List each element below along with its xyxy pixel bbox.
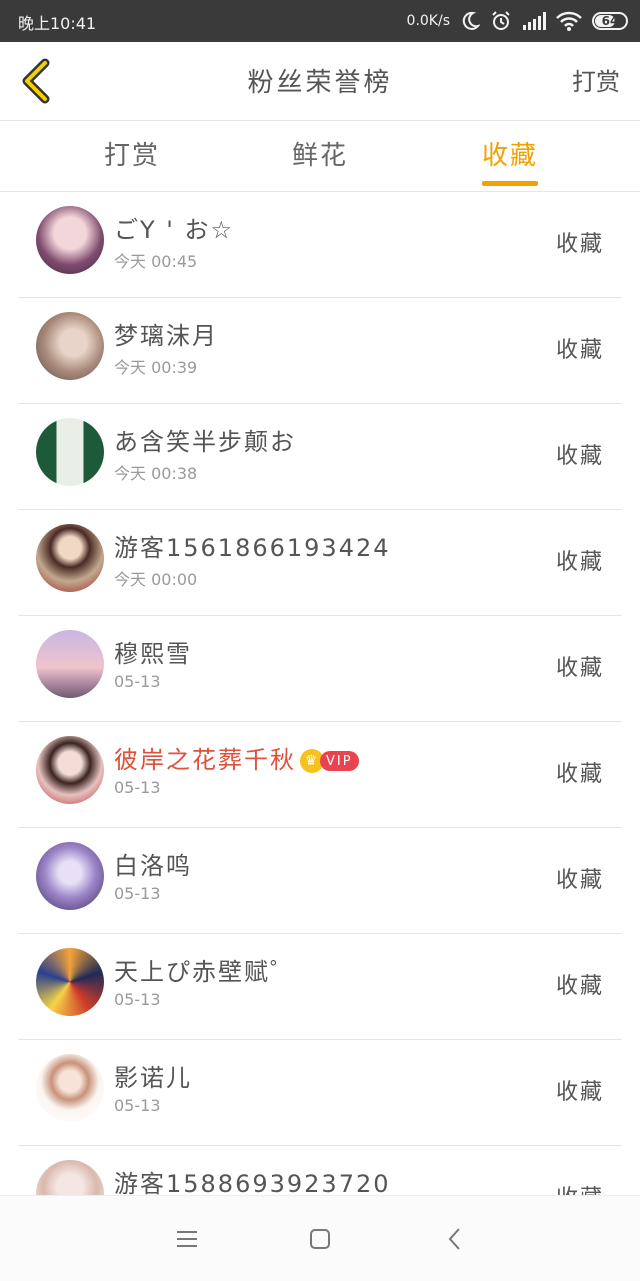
fan-time: 05-13 bbox=[114, 778, 161, 797]
fan-time: 05-13 bbox=[114, 884, 161, 903]
list-item[interactable]: 梦璃沫月 今天 00:39 收藏 bbox=[18, 298, 622, 404]
page-title: 粉丝荣誉榜 bbox=[247, 68, 393, 98]
avatar bbox=[36, 418, 104, 486]
fan-name: 游客1588693923720 bbox=[114, 1170, 391, 1195]
fan-action: 收藏 bbox=[555, 338, 604, 363]
fan-name: 梦璃沫月 bbox=[114, 322, 218, 350]
fan-time: 05-13 bbox=[114, 1096, 161, 1115]
list-item[interactable]: あ含笑半步颠お 今天 00:38 收藏 bbox=[18, 404, 622, 510]
list-item[interactable]: 天上ぴ赤壁赋゜ 05-13 收藏 bbox=[18, 934, 622, 1040]
nav-back-button[interactable] bbox=[438, 1222, 472, 1256]
fan-action: 收藏 bbox=[555, 444, 604, 469]
alarm-icon bbox=[490, 10, 512, 32]
active-tab-indicator bbox=[482, 181, 538, 186]
list-item[interactable]: 彼岸之花葬千秋 ♛ VIP 05-13 收藏 bbox=[18, 722, 622, 828]
fan-time: 今天 00:39 bbox=[114, 358, 198, 377]
fan-name-text: 彼岸之花葬千秋 bbox=[114, 746, 296, 774]
header: 粉丝荣誉榜 打赏 bbox=[0, 42, 640, 121]
fan-action: 收藏 bbox=[555, 232, 604, 257]
status-bar: 晚上10:41 0.0K/s 64 bbox=[0, 0, 640, 42]
avatar bbox=[36, 842, 104, 910]
vip-label: VIP bbox=[320, 751, 359, 771]
list-item[interactable]: 穆熙雪 05-13 收藏 bbox=[18, 616, 622, 722]
list-item[interactable]: 游客1588693923720 收藏 bbox=[18, 1146, 622, 1195]
tab-tip[interactable]: 打赏 bbox=[104, 135, 160, 172]
list-item[interactable]: 影诺儿 05-13 收藏 bbox=[18, 1040, 622, 1146]
list-item[interactable]: 白洛鸣 05-13 收藏 bbox=[18, 828, 622, 934]
fan-name: 游客1561866193424 bbox=[114, 534, 391, 562]
fan-time: 05-13 bbox=[114, 990, 161, 1009]
avatar bbox=[36, 1160, 104, 1195]
vip-badge: ♛ VIP bbox=[300, 749, 359, 773]
fan-name: 影诺儿 bbox=[114, 1064, 192, 1092]
fan-action: 收藏 bbox=[555, 1080, 604, 1105]
list-item[interactable]: ごY ' お☆ 今天 00:45 收藏 bbox=[18, 192, 622, 298]
avatar bbox=[36, 736, 104, 804]
fan-name: 穆熙雪 bbox=[114, 640, 192, 668]
fan-name: 天上ぴ赤壁赋゜ bbox=[114, 958, 296, 986]
status-icons: 0.0K/s 64 bbox=[407, 8, 628, 34]
network-speed: 0.0K/s bbox=[406, 13, 450, 29]
fan-time: 05-13 bbox=[114, 672, 161, 691]
fan-time: 今天 00:00 bbox=[114, 570, 198, 589]
fan-name: あ含笑半步颠お bbox=[114, 428, 296, 456]
back-icon bbox=[448, 1228, 460, 1250]
fan-action: 收藏 bbox=[556, 1180, 604, 1195]
avatar bbox=[36, 1054, 104, 1122]
menu-icon bbox=[177, 1231, 197, 1247]
fan-name: 白洛鸣 bbox=[114, 852, 192, 880]
signal-icon bbox=[522, 12, 546, 30]
fan-name: ごY ' お☆ bbox=[114, 216, 235, 244]
avatar bbox=[36, 312, 104, 380]
avatar bbox=[36, 524, 104, 592]
wifi-icon bbox=[556, 11, 582, 31]
fan-time: 今天 00:45 bbox=[114, 252, 198, 271]
tab-favorites[interactable]: 收藏 bbox=[482, 135, 538, 172]
menu-button[interactable] bbox=[170, 1222, 204, 1256]
battery-icon: 64 bbox=[592, 12, 628, 30]
fan-action: 收藏 bbox=[555, 550, 604, 575]
tab-flowers[interactable]: 鲜花 bbox=[292, 135, 348, 172]
fan-action: 收藏 bbox=[555, 974, 604, 999]
system-nav-bar bbox=[0, 1195, 640, 1281]
avatar bbox=[36, 948, 104, 1016]
fan-action: 收藏 bbox=[555, 656, 604, 681]
fan-name: 彼岸之花葬千秋 ♛ VIP bbox=[114, 740, 359, 775]
avatar bbox=[36, 630, 104, 698]
battery-level: 64 bbox=[601, 14, 619, 28]
tab-bar: 打赏 鲜花 收藏 bbox=[0, 121, 640, 192]
home-button[interactable] bbox=[303, 1222, 337, 1256]
fan-action: 收藏 bbox=[555, 762, 604, 787]
home-square-icon bbox=[310, 1229, 330, 1249]
fan-time: 今天 00:38 bbox=[114, 464, 198, 483]
list-item[interactable]: 游客1561866193424 今天 00:00 收藏 bbox=[18, 510, 622, 616]
avatar bbox=[36, 206, 104, 274]
tip-button[interactable]: 打赏 bbox=[572, 62, 620, 97]
fan-action: 收藏 bbox=[555, 868, 604, 893]
moon-icon bbox=[460, 11, 480, 31]
fan-list: ごY ' お☆ 今天 00:45 收藏 梦璃沫月 今天 00:39 收藏 あ含笑… bbox=[18, 192, 622, 1195]
status-time: 晚上10:41 bbox=[18, 14, 97, 33]
